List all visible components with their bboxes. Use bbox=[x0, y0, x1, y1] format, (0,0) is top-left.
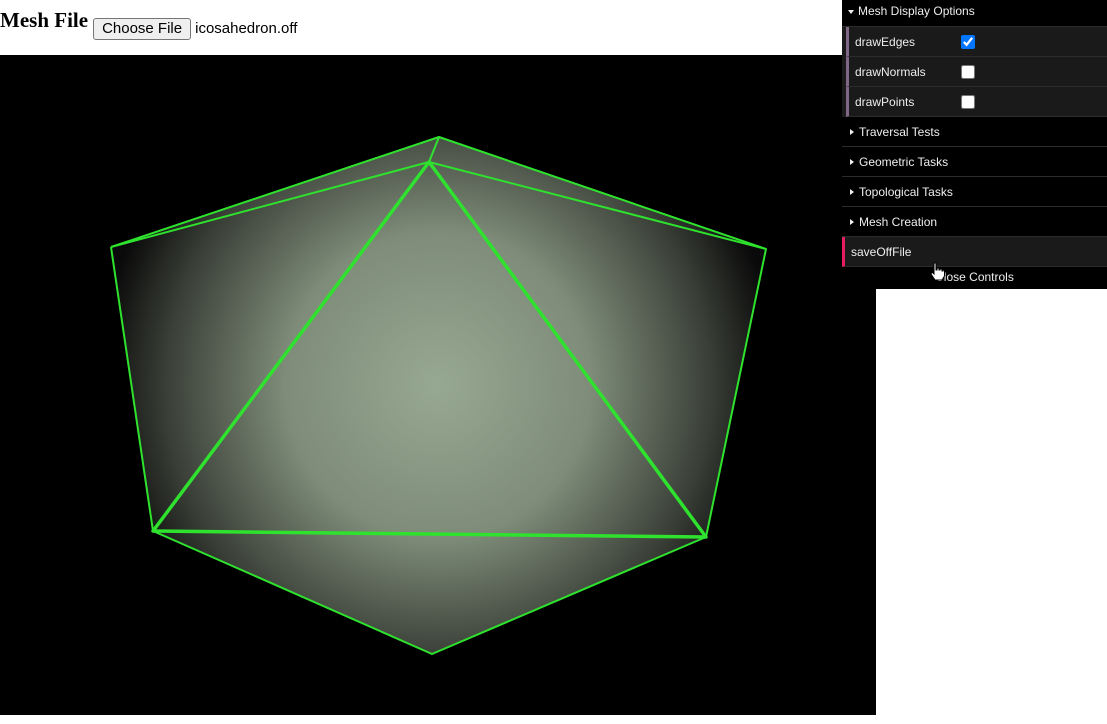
folder-traversal-tests[interactable]: Traversal Tests bbox=[842, 117, 1107, 147]
draw-edges-checkbox[interactable] bbox=[961, 34, 975, 49]
control-label: drawNormals bbox=[855, 64, 926, 79]
chevron-right-icon bbox=[850, 218, 854, 225]
control-draw-points: drawPoints bbox=[846, 87, 1107, 117]
control-draw-edges: drawEdges bbox=[846, 27, 1107, 57]
function-label: saveOffFile bbox=[851, 244, 912, 259]
control-label: drawEdges bbox=[855, 34, 916, 49]
folder-label: Geometric Tasks bbox=[859, 154, 949, 169]
mesh-viewport[interactable] bbox=[0, 55, 876, 715]
chevron-right-icon bbox=[850, 158, 854, 165]
chevron-right-icon bbox=[850, 188, 854, 195]
page-title: Mesh File bbox=[0, 8, 89, 32]
folder-title-label: Mesh Display Options bbox=[858, 4, 975, 18]
control-draw-normals: drawNormals bbox=[846, 57, 1107, 87]
folder-label: Mesh Creation bbox=[859, 214, 938, 229]
controls-panel: Mesh Display Options drawEdges drawNorma… bbox=[842, 0, 1107, 289]
draw-points-checkbox[interactable] bbox=[961, 94, 975, 109]
chevron-right-icon bbox=[850, 128, 854, 135]
control-label: drawPoints bbox=[855, 94, 915, 109]
hand-cursor-icon bbox=[930, 262, 945, 281]
folder-mesh-creation[interactable]: Mesh Creation bbox=[842, 207, 1107, 237]
mesh-render bbox=[110, 136, 767, 655]
chevron-down-icon bbox=[848, 9, 854, 14]
draw-normals-checkbox[interactable] bbox=[961, 64, 975, 79]
close-controls-button[interactable]: Close Controls bbox=[842, 267, 1107, 289]
choose-file-button[interactable]: Choose File bbox=[93, 18, 192, 40]
folder-mesh-display-options[interactable]: Mesh Display Options bbox=[842, 0, 1107, 27]
folder-label: Traversal Tests bbox=[859, 124, 940, 139]
folder-topological-tasks[interactable]: Topological Tasks bbox=[842, 177, 1107, 207]
page-header: Mesh File Choose File icosahedron.off bbox=[0, 0, 297, 55]
folder-label: Topological Tasks bbox=[859, 184, 953, 199]
selected-file-name: icosahedron.off bbox=[195, 20, 298, 37]
folder-geometric-tasks[interactable]: Geometric Tasks bbox=[842, 147, 1107, 177]
save-off-file-button[interactable]: saveOffFile bbox=[842, 237, 1107, 267]
